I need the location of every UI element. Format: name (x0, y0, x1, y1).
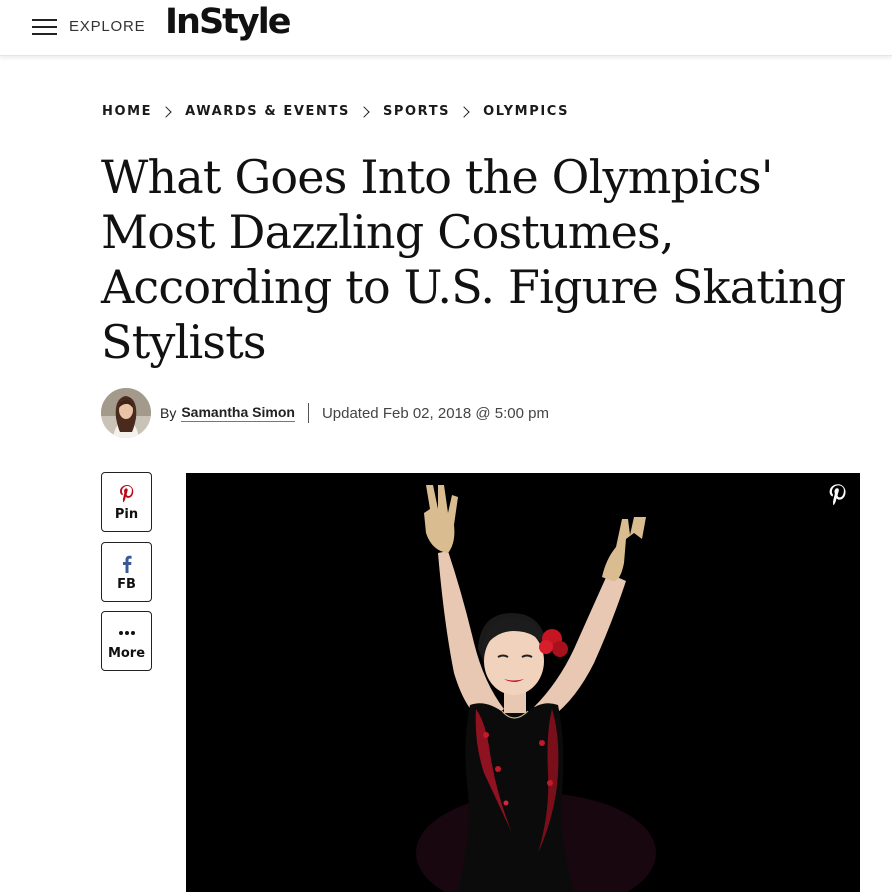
chevron-right-icon (458, 105, 470, 118)
more-share-button[interactable]: More (101, 611, 152, 671)
author-link[interactable]: Samantha Simon (181, 404, 295, 422)
pinterest-icon (119, 483, 135, 505)
site-header: EXPLORE InStyle (0, 0, 892, 56)
hero-image (186, 473, 860, 892)
more-label: More (107, 645, 146, 661)
chevron-right-icon (358, 105, 370, 118)
chevron-right-icon (160, 105, 172, 118)
facebook-icon (122, 553, 132, 575)
facebook-share-button[interactable]: FB (101, 542, 152, 602)
breadcrumb-home[interactable]: HOME (102, 104, 152, 119)
byline-divider (307, 403, 309, 423)
byline-prefix: By (160, 405, 177, 421)
article-headline: What Goes Into the Olympics' Most Dazzli… (101, 150, 846, 369)
more-dots-icon (118, 622, 136, 644)
breadcrumb-awards-events[interactable]: AWARDS & EVENTS (185, 104, 350, 119)
figure-skater-photo (186, 473, 860, 892)
byline: By Samantha Simon Updated Feb 02, 2018 @… (101, 387, 549, 439)
site-logo[interactable]: InStyle (165, 2, 291, 42)
breadcrumb: HOME AWARDS & EVENTS SPORTS OLYMPICS (102, 104, 569, 119)
pinterest-save-icon[interactable] (826, 483, 850, 507)
pin-label: Pin (114, 506, 139, 522)
pin-share-button[interactable]: Pin (101, 472, 152, 532)
fb-label: FB (117, 576, 136, 592)
explore-menu-button[interactable]: EXPLORE (32, 14, 145, 38)
breadcrumb-olympics[interactable]: OLYMPICS (483, 104, 569, 119)
author-avatar[interactable] (101, 388, 151, 438)
explore-label[interactable]: EXPLORE (69, 18, 145, 35)
hamburger-icon[interactable] (32, 17, 57, 35)
breadcrumb-sports[interactable]: SPORTS (383, 104, 450, 119)
updated-timestamp: Updated Feb 02, 2018 @ 5:00 pm (321, 404, 549, 422)
